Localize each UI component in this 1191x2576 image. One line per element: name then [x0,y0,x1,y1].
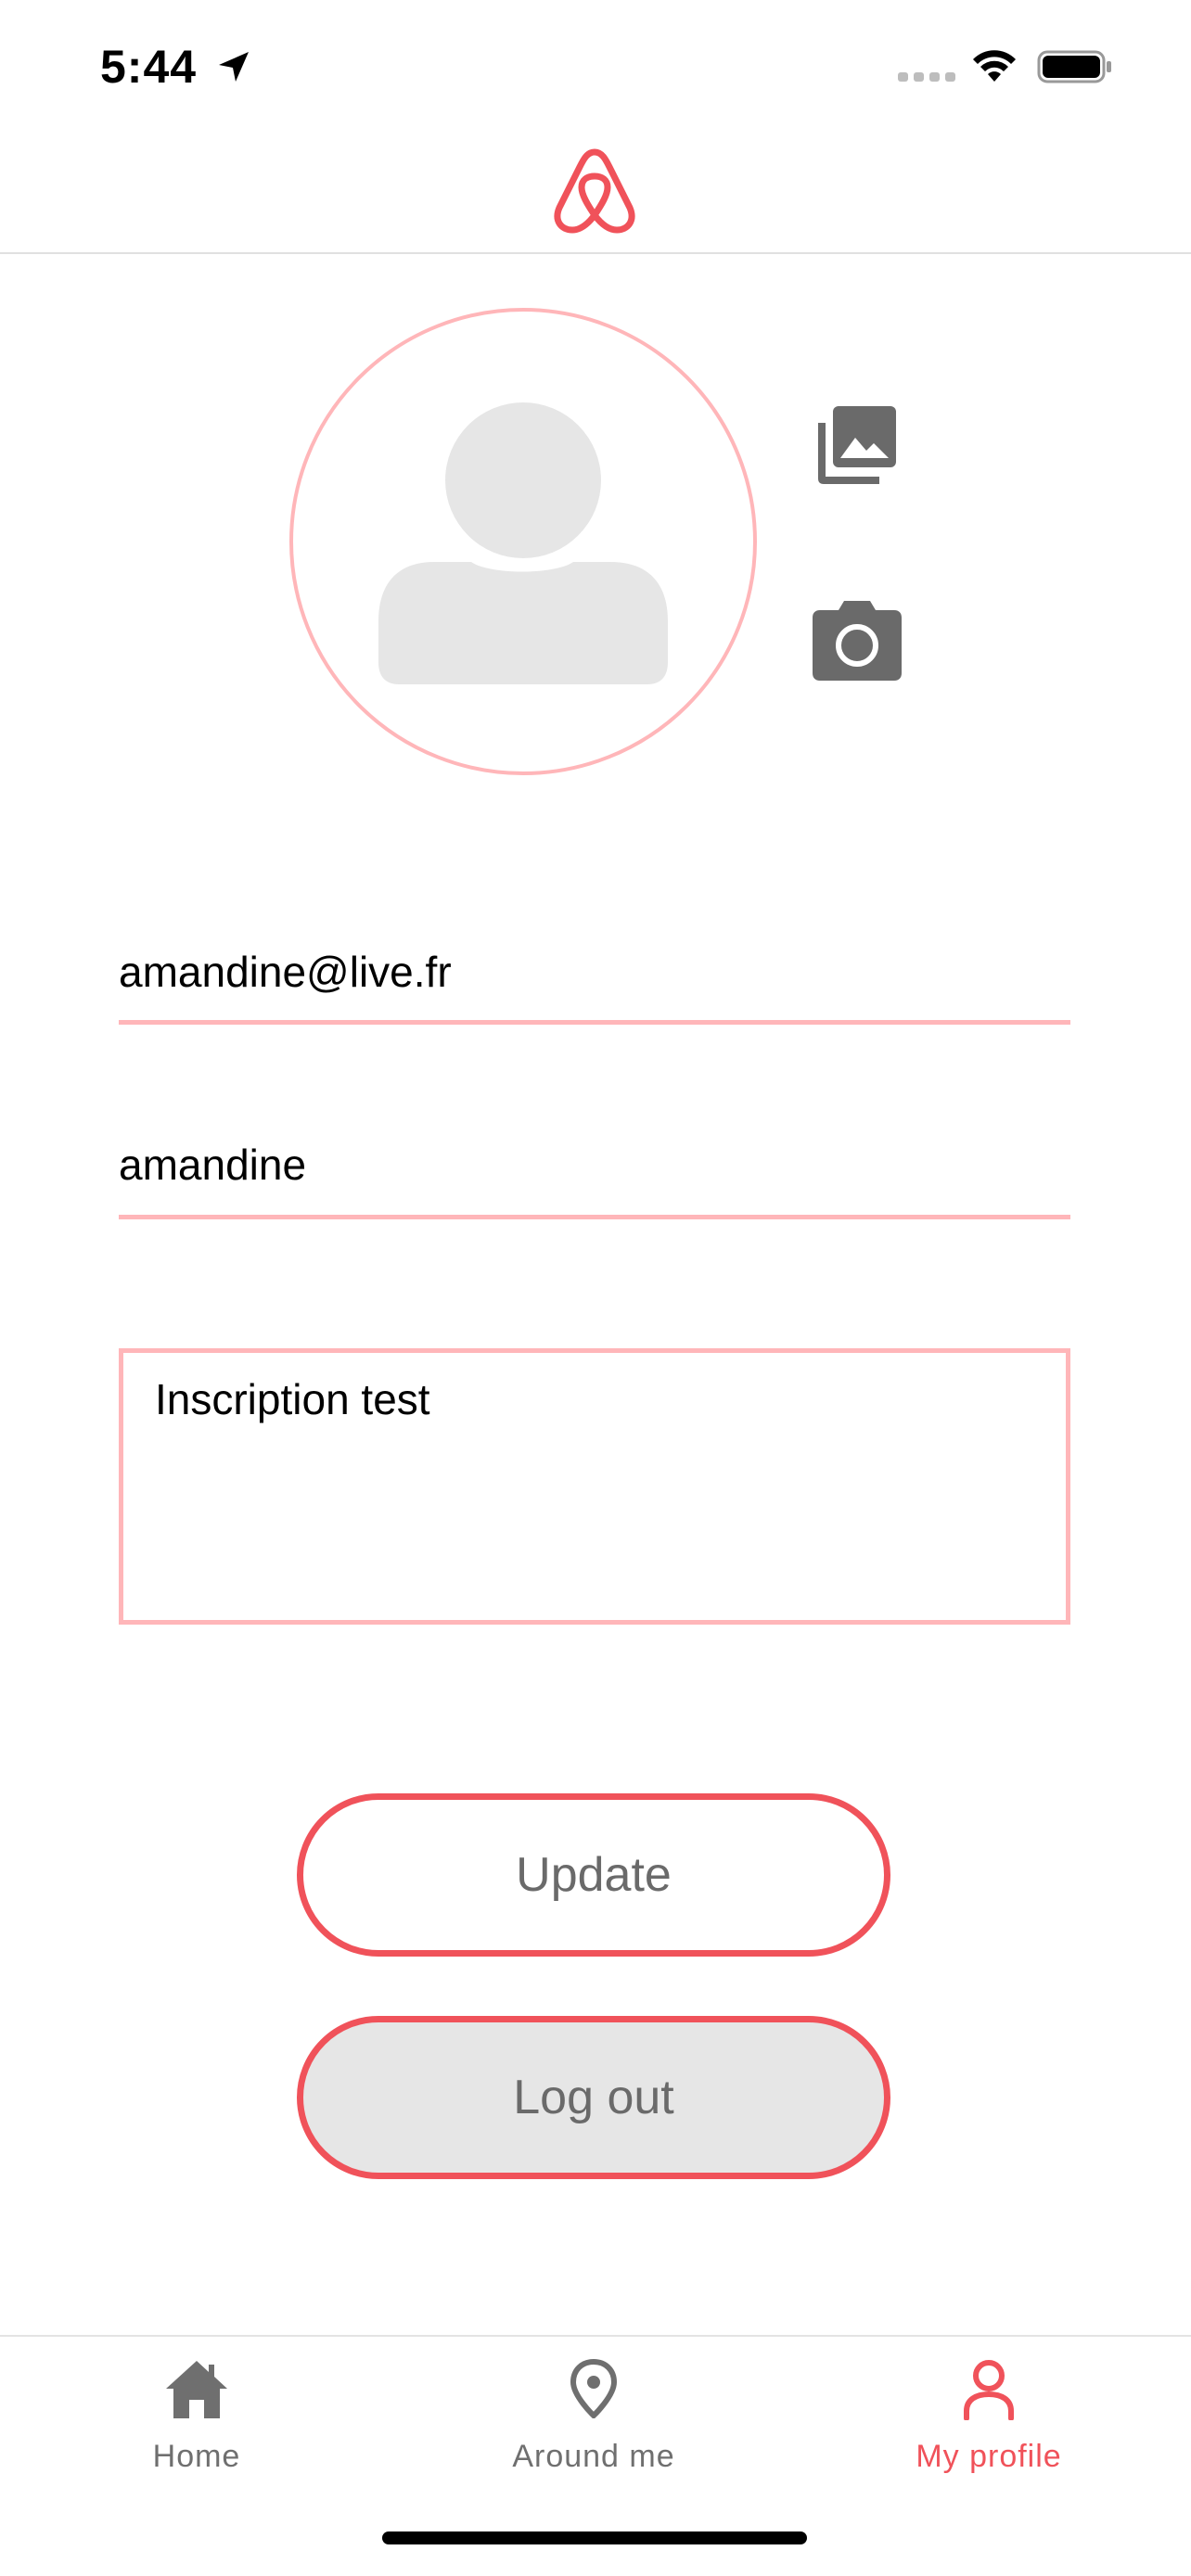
username-field-underline [119,1215,1070,1219]
location-arrow-icon [219,52,249,82]
description-textarea[interactable]: Inscription test [119,1348,1070,1625]
cellular-signal-icon [898,72,955,82]
tabbar-divider [0,2335,1191,2337]
home-icon [166,2361,227,2418]
header-divider [0,252,1191,254]
email-field[interactable]: amandine@live.fr [119,944,1070,1000]
logout-button[interactable]: Log out [297,2016,890,2179]
user-placeholder-icon [378,402,668,684]
battery-icon [1037,50,1111,83]
username-field[interactable]: amandine [119,1137,1070,1192]
update-button[interactable]: Update [297,1793,890,1957]
user-icon [964,2360,1014,2420]
tab-home[interactable]: Home [58,2346,336,2476]
photo-library-icon[interactable] [816,404,898,486]
camera-icon[interactable] [813,601,902,681]
tab-home-label: Home [152,2439,241,2474]
tab-around-me[interactable]: Around me [455,2346,733,2476]
location-pin-icon [570,2359,618,2418]
email-field-underline [119,1020,1070,1025]
tab-my-profile[interactable]: My profile [850,2346,1128,2476]
status-time: 5:44 [100,41,198,93]
airbnb-logo-icon [554,148,635,234]
home-indicator [382,2531,807,2544]
wifi-icon [973,50,1016,82]
tab-my-profile-label: My profile [916,2439,1062,2474]
tab-around-me-label: Around me [512,2439,675,2474]
